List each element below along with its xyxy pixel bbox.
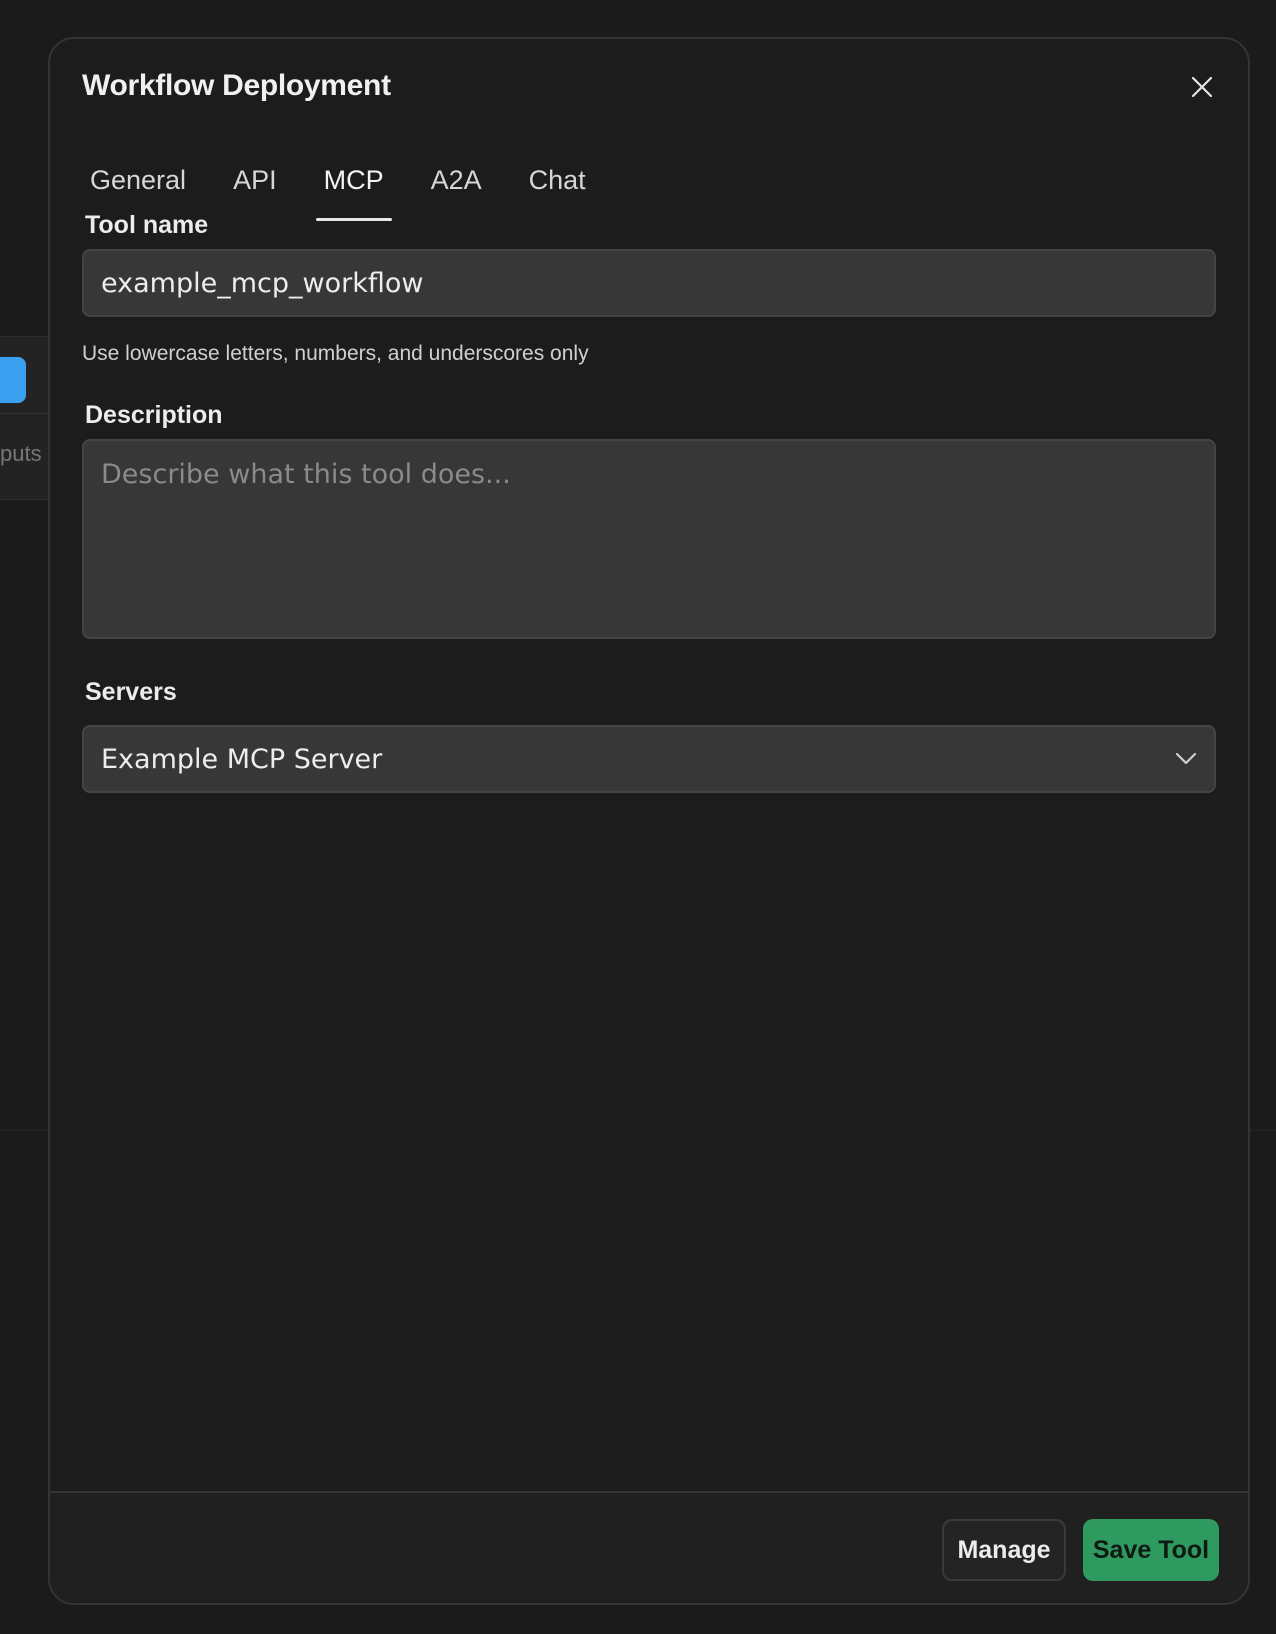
- save-tool-button[interactable]: Save Tool: [1083, 1519, 1219, 1581]
- workflow-node-text: puts: [0, 441, 42, 466]
- tool-name-hint: Use lowercase letters, numbers, and unde…: [82, 342, 589, 365]
- close-button[interactable]: [1184, 69, 1220, 105]
- tab-api[interactable]: API: [225, 145, 285, 221]
- tool-name-label: Tool name: [85, 211, 209, 239]
- description-textarea[interactable]: [82, 439, 1216, 639]
- tab-general[interactable]: General: [82, 145, 194, 221]
- tab-bar: General API MCP A2A Chat: [82, 145, 625, 221]
- tab-mcp[interactable]: MCP: [315, 145, 392, 221]
- servers-selected-value: Example MCP Server: [101, 743, 383, 775]
- deployment-modal: Workflow Deployment General API MCP A2A …: [48, 37, 1250, 1605]
- chevron-down-icon: [1175, 752, 1197, 765]
- servers-label: Servers: [85, 678, 177, 706]
- tab-a2a[interactable]: A2A: [423, 145, 490, 221]
- modal-footer: Manage Save Tool: [50, 1491, 1248, 1603]
- servers-select[interactable]: Example MCP Server: [82, 725, 1216, 793]
- workflow-node-icon: [0, 357, 26, 403]
- tool-name-input[interactable]: [82, 249, 1216, 317]
- manage-button[interactable]: Manage: [942, 1519, 1066, 1581]
- description-label: Description: [85, 401, 223, 429]
- modal-title: Workflow Deployment: [82, 69, 391, 102]
- close-icon: [1191, 76, 1213, 98]
- tab-chat[interactable]: Chat: [521, 145, 594, 221]
